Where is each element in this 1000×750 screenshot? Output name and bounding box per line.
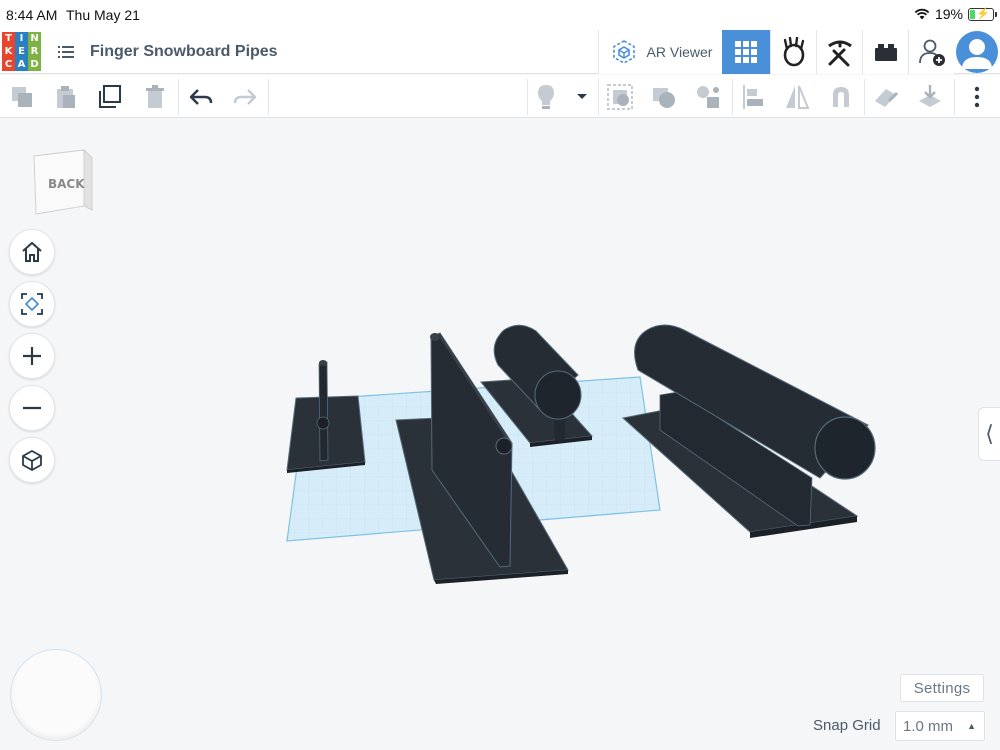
paste-button[interactable] bbox=[50, 81, 82, 113]
align-icon bbox=[743, 85, 763, 109]
invite-button[interactable] bbox=[908, 30, 954, 74]
design-title[interactable]: Finger Snowboard Pipes bbox=[90, 43, 278, 61]
import-button[interactable] bbox=[870, 81, 902, 113]
brick-person-icon bbox=[783, 37, 804, 67]
view-cube[interactable]: BACK bbox=[30, 146, 96, 218]
mirror-button[interactable] bbox=[781, 81, 813, 113]
perspective-cube-icon bbox=[22, 449, 42, 472]
orbit-joystick[interactable] bbox=[10, 649, 102, 741]
copy-button[interactable] bbox=[6, 81, 38, 113]
copy-icon bbox=[12, 87, 32, 107]
logo-letter: D bbox=[28, 58, 41, 71]
view-cube-face-label: BACK bbox=[48, 177, 85, 191]
cruise-icon bbox=[697, 86, 719, 108]
logo-letter: I bbox=[15, 32, 28, 45]
status-bar: 8:44 AM Thu May 21 19% ⚡ bbox=[0, 0, 1000, 30]
brick-icon bbox=[874, 44, 897, 61]
logo-letter: A bbox=[15, 58, 28, 71]
plus-icon bbox=[23, 347, 41, 365]
design-list-icon[interactable] bbox=[56, 42, 76, 62]
redo-button[interactable] bbox=[229, 81, 261, 113]
snap-grid-value: 1.0 mm bbox=[903, 718, 954, 735]
edit-toolbar bbox=[0, 75, 1000, 118]
logo-letter: R bbox=[28, 45, 41, 58]
note-icon bbox=[538, 85, 554, 109]
dropdown-icon bbox=[577, 94, 587, 99]
small-rail-left[interactable] bbox=[286, 360, 366, 473]
more-button[interactable] bbox=[961, 81, 993, 113]
home-view-button[interactable] bbox=[9, 229, 55, 275]
status-time: 8:44 AM bbox=[6, 7, 58, 23]
pipe-rail-large[interactable] bbox=[621, 324, 876, 538]
ungroup-button[interactable] bbox=[648, 81, 680, 113]
projection-toggle-button[interactable] bbox=[9, 437, 55, 483]
bricks-view-button[interactable] bbox=[816, 30, 862, 74]
blocks-view-button[interactable] bbox=[770, 30, 816, 74]
duplicate-button[interactable] bbox=[94, 81, 126, 113]
app-header: TINKERCAD Finger Snowboard Pipes AR View… bbox=[0, 30, 1000, 74]
status-date: Thu May 21 bbox=[66, 7, 140, 23]
delete-button[interactable] bbox=[139, 81, 171, 113]
delete-icon bbox=[146, 85, 164, 108]
minus-icon bbox=[23, 406, 41, 410]
grid-view-icon bbox=[735, 41, 757, 63]
magnet-button[interactable] bbox=[825, 81, 857, 113]
home-icon bbox=[22, 241, 42, 262]
import-icon bbox=[875, 89, 899, 107]
mirror-icon bbox=[786, 85, 810, 109]
battery-icon: ⚡ bbox=[968, 7, 997, 21]
more-icon bbox=[974, 86, 980, 108]
add-user-icon bbox=[918, 39, 945, 66]
chevron-left-icon: ⟨ bbox=[985, 421, 994, 446]
battery-percent: 19% bbox=[934, 6, 963, 22]
snap-grid-label: Snap Grid bbox=[813, 717, 881, 734]
wifi-icon bbox=[914, 8, 930, 20]
zoom-in-button[interactable] bbox=[9, 333, 55, 379]
3d-design-view-button[interactable] bbox=[722, 30, 770, 74]
pickaxe-icon bbox=[827, 40, 852, 67]
status-right: 19% ⚡ bbox=[914, 6, 997, 22]
duplicate-icon bbox=[99, 85, 121, 108]
group-icon bbox=[607, 84, 633, 110]
logo-letter: E bbox=[15, 45, 28, 58]
lego-view-button[interactable] bbox=[862, 30, 908, 74]
shapes-panel-toggle[interactable]: ⟨ bbox=[978, 407, 1000, 461]
note-button[interactable] bbox=[530, 81, 562, 113]
tinkercad-logo[interactable]: TINKERCAD bbox=[2, 32, 42, 72]
redo-icon bbox=[233, 89, 257, 105]
undo-button[interactable] bbox=[185, 81, 217, 113]
ar-viewer-button[interactable]: AR Viewer bbox=[598, 30, 722, 74]
ungroup-icon bbox=[653, 88, 675, 108]
snap-grid-select[interactable]: 1.0 mm ▲ bbox=[895, 711, 985, 741]
align-button[interactable] bbox=[737, 81, 769, 113]
scene-3d[interactable] bbox=[0, 119, 1000, 750]
note-dropdown[interactable] bbox=[566, 81, 598, 113]
workplane-viewport[interactable]: BACK ⟨ Settings Snap Grid 1.0 mm ▲ bbox=[0, 119, 1000, 750]
logo-letter: N bbox=[28, 32, 41, 45]
profile-avatar-icon[interactable] bbox=[956, 31, 998, 73]
zoom-out-button[interactable] bbox=[9, 385, 55, 431]
export-button[interactable] bbox=[914, 81, 946, 113]
ar-viewer-label: AR Viewer bbox=[646, 44, 713, 60]
logo-letter: T bbox=[2, 32, 15, 45]
fit-view-icon bbox=[21, 293, 43, 315]
undo-icon bbox=[189, 89, 213, 105]
logo-letter: K bbox=[2, 45, 15, 58]
ar-cube-icon bbox=[612, 40, 635, 64]
logo-letter: C bbox=[2, 58, 15, 71]
paste-icon bbox=[57, 86, 75, 108]
cruise-button[interactable] bbox=[692, 81, 724, 113]
settings-button[interactable]: Settings bbox=[900, 674, 984, 702]
caret-up-icon: ▲ bbox=[967, 721, 976, 731]
export-icon bbox=[919, 85, 941, 107]
magnet-icon bbox=[833, 87, 849, 107]
group-button[interactable] bbox=[604, 81, 636, 113]
fit-view-button[interactable] bbox=[9, 281, 55, 327]
